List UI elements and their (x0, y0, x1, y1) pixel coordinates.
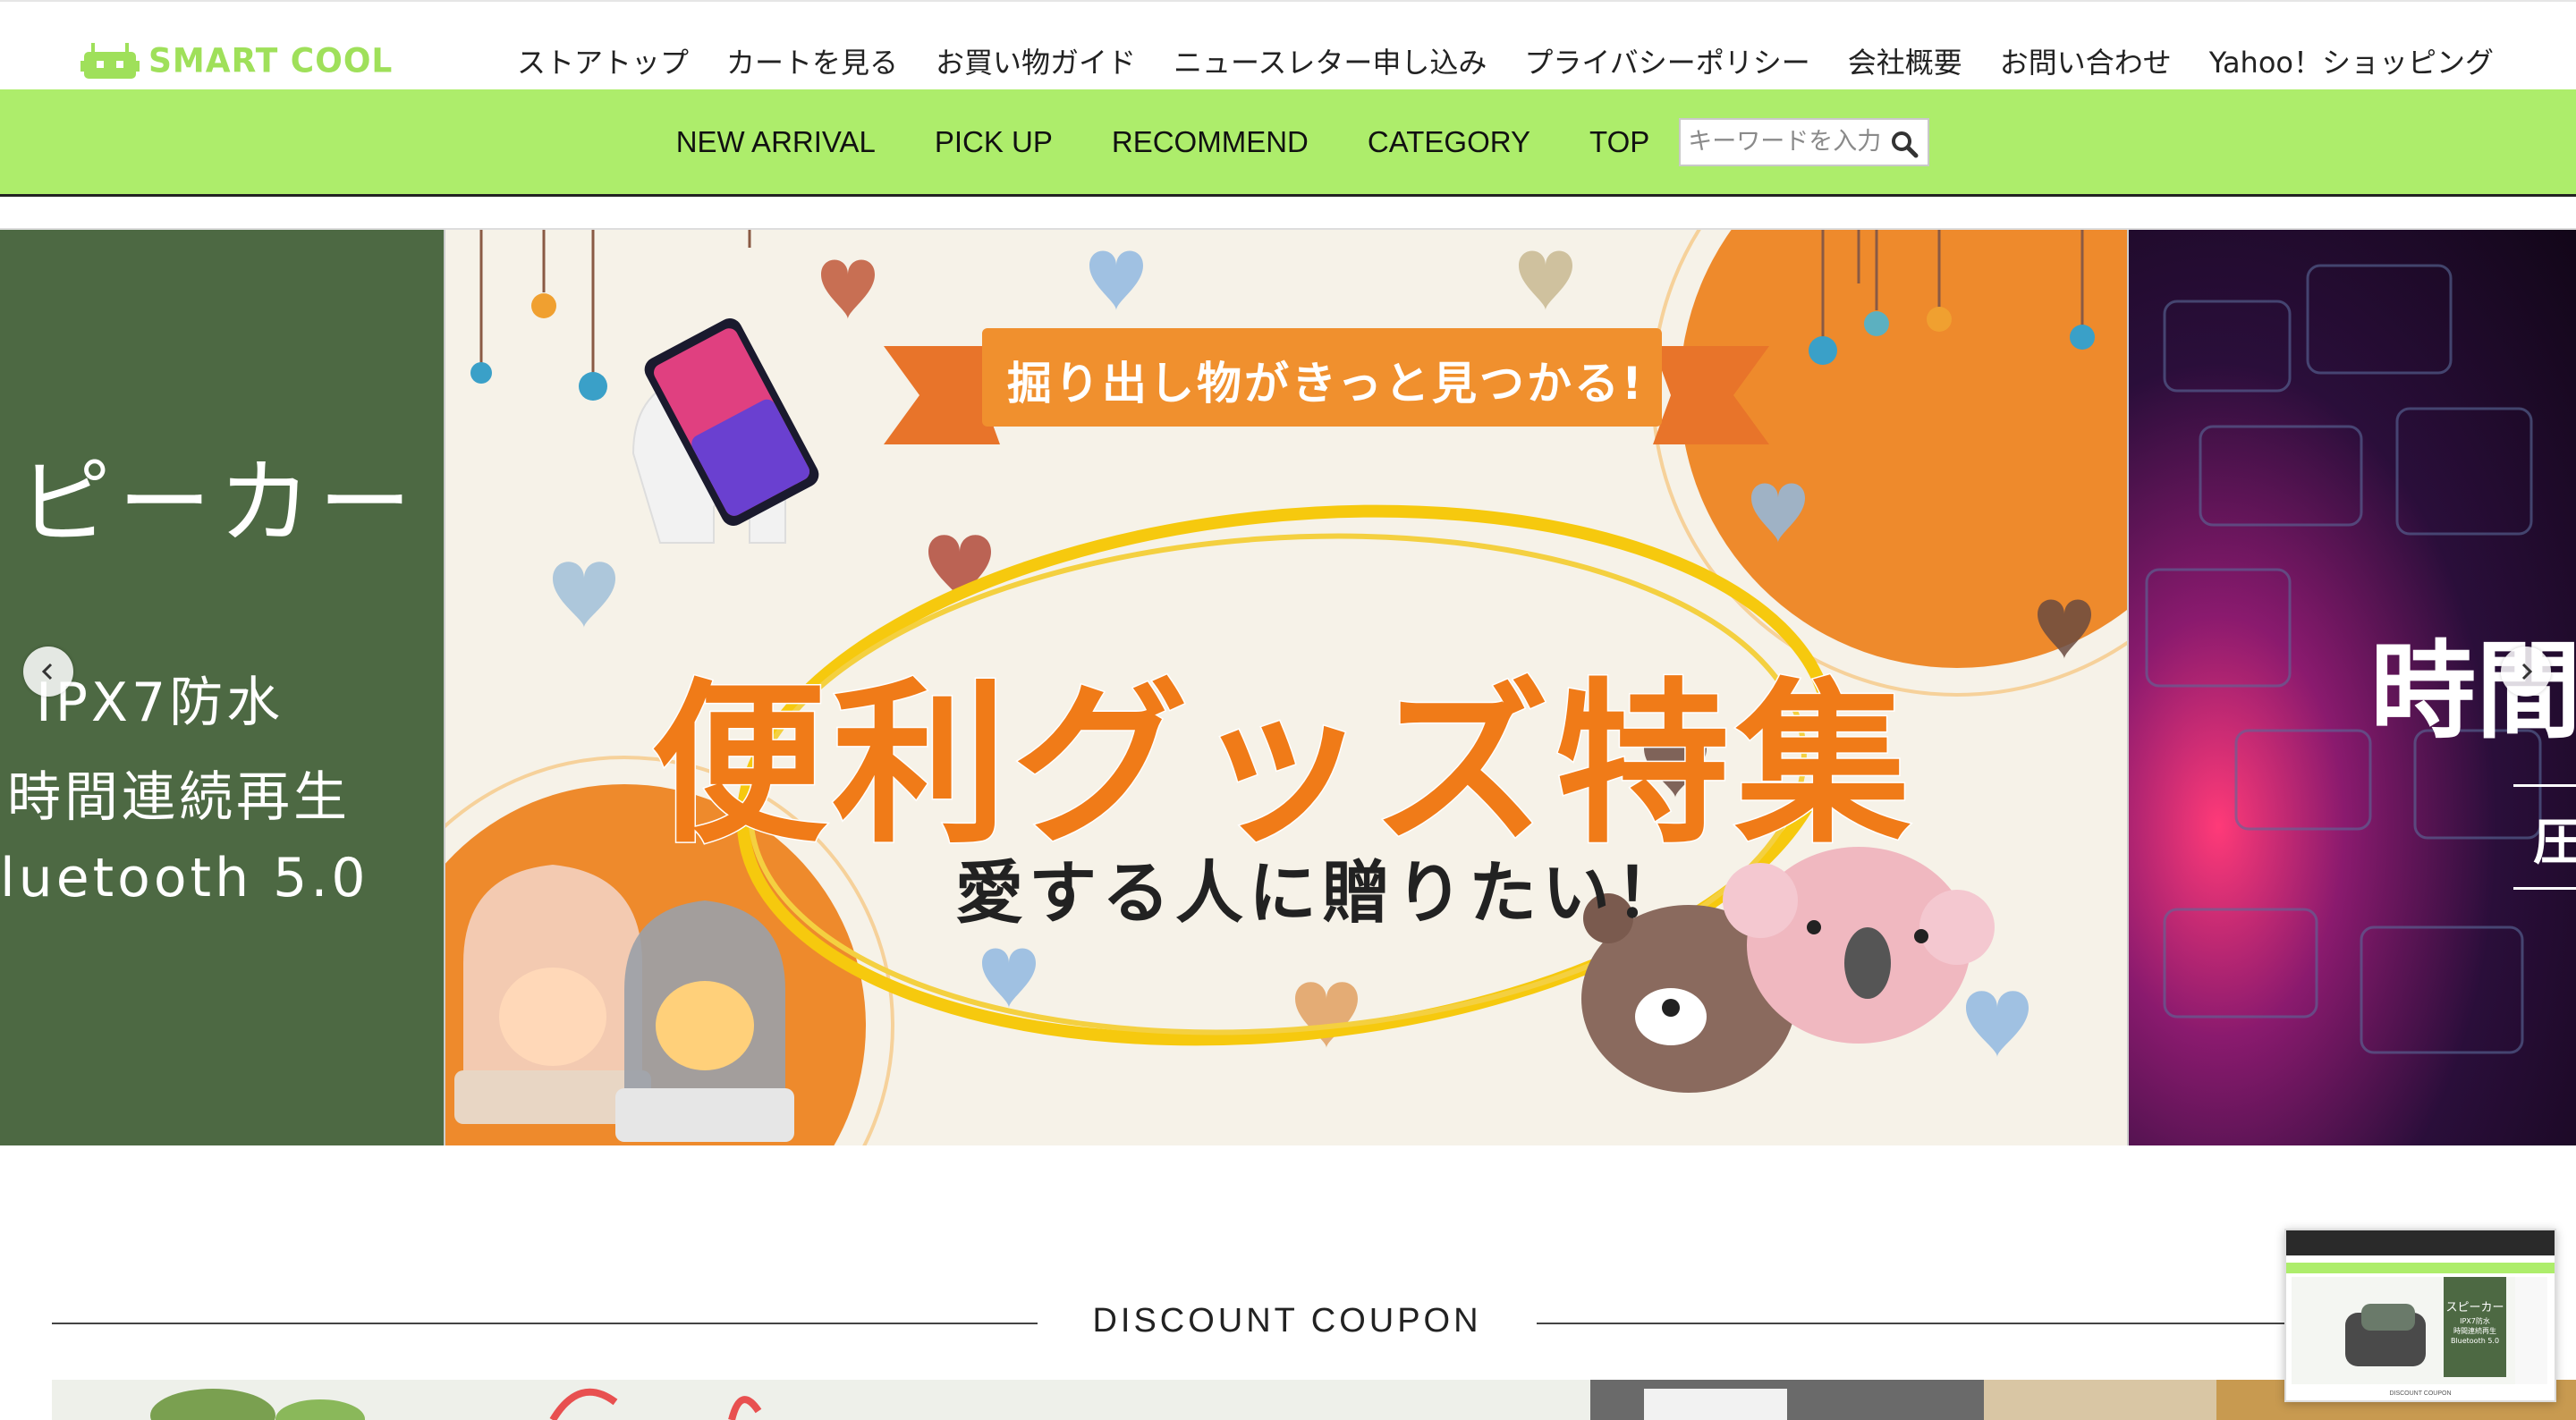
slider-next-button[interactable] (2501, 647, 2551, 697)
nav-contact[interactable]: お問い合わせ (2000, 40, 2172, 81)
nav-shopping-guide[interactable]: お買い物ガイド (936, 40, 1136, 81)
slide-convenient-goods[interactable]: 掘り出し物がきっと見つかる! 便利グッズ特集 愛する人に贈りたい！ (444, 230, 2129, 1145)
slide-speaker-line: luetooth 5.0 (0, 847, 369, 909)
preview-body (2292, 1277, 2547, 1384)
preview-line: IPX7防水 (2460, 1317, 2490, 1325)
preview-nav (2286, 1263, 2555, 1273)
nav-store-top[interactable]: ストアトップ (517, 40, 689, 81)
coupon-banner[interactable] (52, 1380, 2576, 1420)
robot-logo-icon (80, 41, 140, 80)
top-bar: SMART COOL ストアトップ カートを見る お買い物ガイド ニュースレター… (0, 0, 2576, 89)
slider-prev-button[interactable] (23, 647, 73, 697)
chevron-right-icon (2521, 663, 2533, 680)
search-icon[interactable] (1890, 130, 1919, 158)
banner-subtitle: 愛する人に贈りたい！ (955, 853, 1689, 933)
preview-footer-text: DISCOUNT COUPON (2389, 1390, 2452, 1397)
nav-view-cart[interactable]: カートを見る (726, 40, 898, 81)
coupon-divider-left (52, 1323, 1038, 1324)
site-logo[interactable]: SMART COOL (80, 38, 393, 84)
preview-line: Bluetooth 5.0 (2450, 1337, 2500, 1345)
category-nav-bar: NEW ARRIVAL PICK UP RECOMMEND CATEGORY T… (0, 89, 2576, 197)
page-preview-thumbnail[interactable]: スピーカー IPX7防水 時間連続再生 Bluetooth 5.0 DISCOU… (2284, 1229, 2556, 1402)
nav-pick-up[interactable]: PICK UP (935, 125, 1053, 159)
preview-browser-bar (2286, 1230, 2555, 1255)
banner-ribbon-text: 掘り出し物がきっと見つかる! (1007, 358, 1645, 410)
nav-category[interactable]: CATEGORY (1368, 125, 1530, 159)
nav-yahoo-shopping[interactable]: Yahoo！ショッピング (2209, 40, 2494, 81)
preview-line: 時間連続再生 (2453, 1327, 2496, 1335)
nav-recommend[interactable]: RECOMMEND (1112, 125, 1309, 159)
preview-label: スピーカー (2445, 1301, 2504, 1314)
coupon-banner-artwork (52, 1380, 2576, 1420)
logo-text: SMART COOL (148, 41, 394, 80)
slide-time-rule (2513, 887, 2576, 890)
preview-artwork (2292, 1277, 2547, 1384)
top-navigation: ストアトップ カートを見る お買い物ガイド ニュースレター申し込み プライバシー… (479, 38, 2494, 84)
nav-privacy-policy[interactable]: プライバシーポリシー (1524, 40, 1809, 81)
slide-speaker-title: ピーカー (18, 448, 419, 557)
slide-time-rule (2513, 784, 2576, 787)
nav-new-arrival[interactable]: NEW ARRIVAL (676, 125, 876, 159)
search-box (1679, 117, 1930, 166)
nav-newsletter[interactable]: ニュースレター申し込み (1174, 40, 1487, 81)
chevron-left-icon (41, 663, 53, 680)
slide-speaker-line: 時間連続再生 (7, 766, 351, 829)
nav-top[interactable]: TOP (1589, 125, 1649, 159)
search-input[interactable] (1681, 120, 1893, 164)
nav-company-profile[interactable]: 会社概要 (1848, 40, 1962, 81)
hero-slider: ピーカー IPX7防水 時間連続再生 luetooth 5.0 掘り出し物がきっ… (0, 228, 2576, 1145)
coupon-section-title: DISCOUNT COUPON (1092, 1302, 1482, 1340)
preview-speaker-panel: スピーカー IPX7防水 時間連続再生 Bluetooth 5.0 (2444, 1277, 2506, 1377)
slide-time-subtitle: 圧 (2533, 802, 2576, 875)
